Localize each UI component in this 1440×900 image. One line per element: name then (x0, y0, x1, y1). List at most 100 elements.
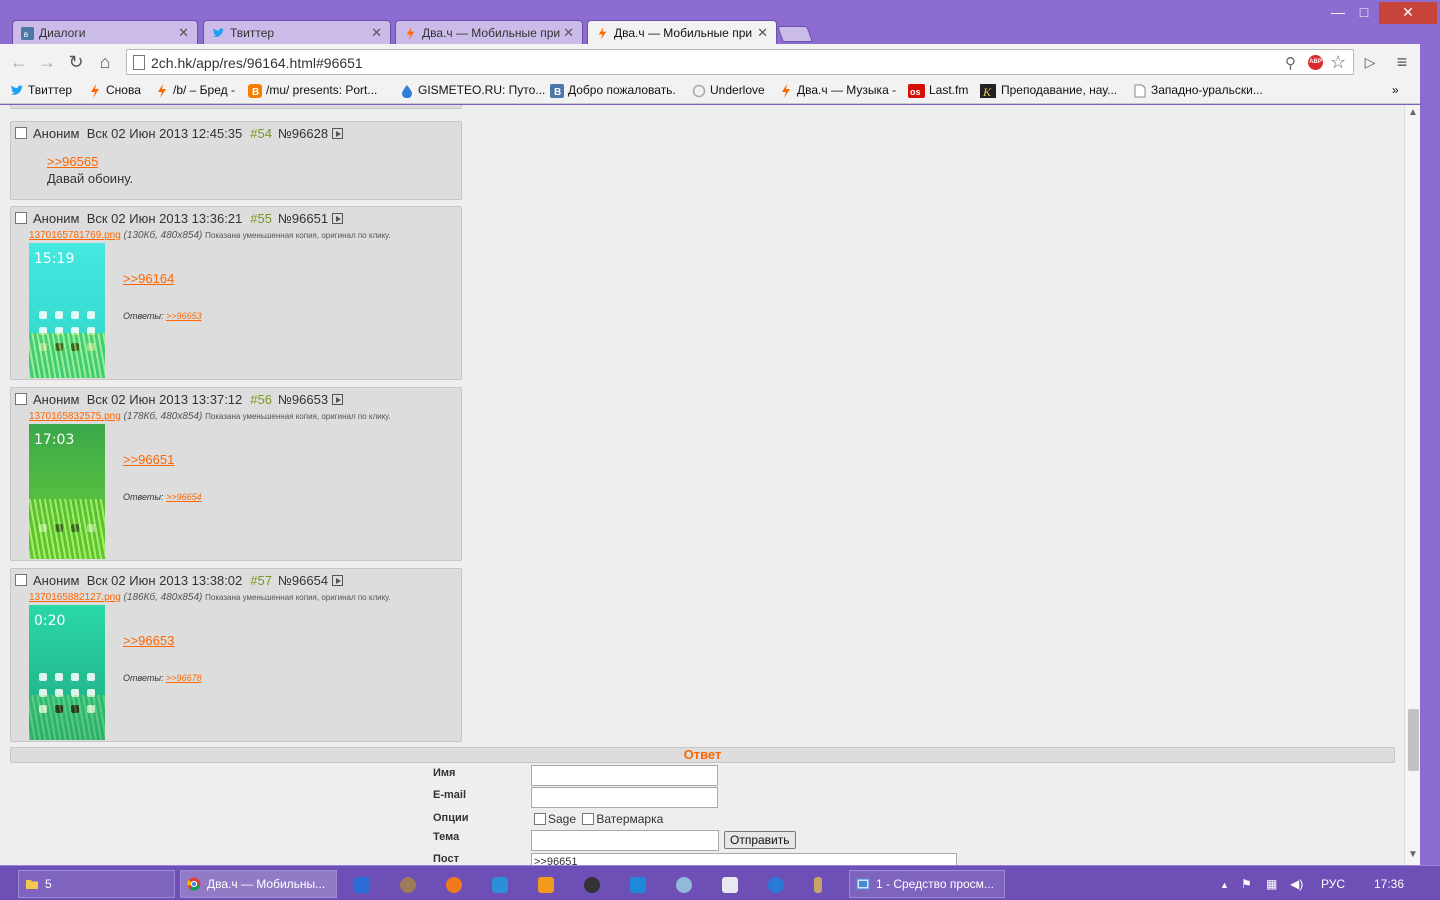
reply-form-title[interactable]: Ответ (10, 747, 1395, 763)
close-window-button[interactable]: ✕ (1379, 2, 1437, 24)
name-input[interactable] (531, 765, 718, 786)
bookmark-b[interactable]: /b/ – Бред - (155, 83, 235, 98)
bookmark-snova[interactable]: Снова (88, 83, 141, 98)
bookmark-teaching[interactable]: K Преподавание, нау... (980, 83, 1117, 98)
taskbar-photo-viewer[interactable]: 1 - Средство просм... (849, 870, 1005, 898)
extension-icon[interactable]: ▷ (1360, 52, 1380, 72)
file-link[interactable]: 1370165832575.png (29, 411, 121, 422)
tab-twitter[interactable]: Твиттер ✕ (203, 20, 391, 44)
tray-clock[interactable]: 17:36 (1374, 877, 1404, 891)
adblock-icon[interactable]: ABP (1308, 55, 1323, 70)
app-stack-icon[interactable] (630, 877, 646, 893)
post-image-thumbnail[interactable]: 0:20 (29, 605, 105, 740)
tab-dialogs[interactable]: в Диалоги ✕ (12, 20, 198, 44)
post-reply-link[interactable]: >>96164 (123, 271, 174, 286)
sage-checkbox[interactable] (534, 813, 546, 825)
post-id[interactable]: №96628 (278, 126, 328, 141)
home-button[interactable]: ⌂ (95, 52, 115, 72)
search-icon[interactable]: ⚲ (1285, 54, 1296, 72)
play-icon[interactable] (331, 575, 343, 586)
file-size: (178Кб, 480x854) (123, 411, 203, 422)
bookmark-vk[interactable]: B Добро пожаловать. (550, 83, 676, 98)
bookmark-zapadno[interactable]: Западно-уральски... (1133, 83, 1263, 98)
post-author: Аноним (33, 573, 80, 588)
scroll-down-icon[interactable]: ▼ (1408, 849, 1418, 860)
app-d-icon[interactable] (354, 877, 370, 893)
post-number[interactable]: #57 (250, 573, 272, 588)
page-scrollbar[interactable]: ▲ ▼ (1404, 105, 1420, 865)
play-icon[interactable] (331, 128, 343, 139)
tray-expand-icon[interactable]: ▲ (1220, 880, 1229, 890)
email-label: E-mail (433, 789, 467, 801)
chrome-menu-button[interactable]: ≡ (1392, 52, 1412, 72)
post-checkbox[interactable] (15, 393, 27, 405)
app-dark-icon[interactable] (584, 877, 600, 893)
post-checkbox[interactable] (15, 127, 27, 139)
app-blue-icon[interactable] (492, 877, 508, 893)
tray-volume-icon[interactable]: ◀) (1290, 877, 1303, 891)
ie-icon[interactable] (768, 877, 784, 893)
play-icon[interactable] (331, 213, 343, 224)
post-reply-link[interactable]: >>96565 (47, 154, 98, 169)
tray-flag-icon[interactable]: ⚑ (1241, 877, 1252, 891)
file-link[interactable]: 1370165882127.png (29, 592, 121, 603)
post-textarea[interactable]: >>96651 (531, 853, 957, 865)
maximize-button[interactable]: □ (1353, 2, 1375, 24)
post-id[interactable]: №96654 (278, 573, 328, 588)
app-bottle-icon[interactable] (814, 877, 822, 893)
taskbar-folder[interactable]: 5 (18, 870, 175, 898)
post-image-thumbnail[interactable]: 17:03 (29, 424, 105, 559)
answer-link[interactable]: >>96678 (166, 673, 202, 683)
app-orange-icon[interactable] (446, 877, 462, 893)
tray-network-icon[interactable]: ▦ (1266, 877, 1277, 891)
tab-close-icon[interactable]: ✕ (757, 25, 768, 41)
post-number[interactable]: #55 (250, 211, 272, 226)
bookmark-gismeteo[interactable]: GISMETEO.RU: Путо... (400, 83, 545, 98)
tab-2ch-mobile-active[interactable]: Два.ч — Мобильные при ✕ (587, 20, 777, 45)
tab-close-icon[interactable]: ✕ (178, 25, 189, 41)
reload-button[interactable]: ↻ (66, 52, 86, 72)
calculator-icon[interactable] (722, 877, 738, 893)
tab-close-icon[interactable]: ✕ (563, 25, 574, 41)
tab-close-icon[interactable]: ✕ (371, 25, 382, 41)
email-input[interactable] (531, 787, 718, 808)
scroll-up-icon[interactable]: ▲ (1408, 107, 1418, 118)
bookmarks-overflow-button[interactable]: » (1392, 83, 1399, 97)
post-checkbox[interactable] (15, 574, 27, 586)
bookmark-2ch-music[interactable]: Два.ч — Музыка - (779, 83, 896, 98)
post-image-thumbnail[interactable]: 15:19 (29, 243, 105, 378)
post-reply-link[interactable]: >>96651 (123, 452, 174, 467)
app-gear-icon[interactable] (400, 877, 416, 893)
post-reply-link[interactable]: >>96653 (123, 633, 174, 648)
bookmark-lastfm[interactable]: os Last.fm (908, 83, 968, 98)
bookmark-label: /b/ – Бред - (173, 83, 235, 97)
minimize-button[interactable]: — (1327, 2, 1349, 24)
tab-2ch-mobile[interactable]: Два.ч — Мобильные при ✕ (395, 20, 583, 44)
app-palette-icon[interactable] (676, 877, 692, 893)
forward-button[interactable]: → (37, 52, 57, 72)
post-checkbox[interactable] (15, 212, 27, 224)
answer-link[interactable]: >>96654 (166, 492, 202, 502)
bookmark-underlove[interactable]: Underlove (692, 83, 765, 98)
taskbar-chrome[interactable]: Два.ч — Мобильны... (180, 870, 337, 898)
tray-language[interactable]: РУС (1321, 877, 1345, 891)
watermark-checkbox[interactable] (582, 813, 595, 825)
svg-text:K: K (982, 85, 992, 98)
post-id[interactable]: №96653 (278, 392, 328, 407)
subject-input[interactable] (531, 830, 719, 851)
post-number[interactable]: #54 (250, 126, 272, 141)
bookmark-mu[interactable]: B /mu/ presents: Port... (248, 83, 377, 98)
post-id[interactable]: №96651 (278, 211, 328, 226)
play-icon[interactable] (331, 394, 343, 405)
star-icon[interactable]: ☆ (1330, 52, 1346, 73)
post-number[interactable]: #56 (250, 392, 272, 407)
file-link[interactable]: 1370165781769.png (29, 230, 121, 241)
address-bar[interactable]: 2ch.hk/app/res/96164.html#96651 ⚲ ABP ☆ (126, 49, 1354, 75)
submit-button[interactable]: Отправить (724, 831, 796, 849)
back-button[interactable]: ← (9, 52, 29, 72)
answer-link[interactable]: >>96653 (166, 311, 202, 321)
media-player-icon[interactable] (538, 877, 554, 893)
scrollbar-thumb[interactable] (1408, 709, 1419, 771)
new-tab-button[interactable] (777, 26, 813, 42)
bookmark-twitter[interactable]: Твиттер (10, 83, 72, 97)
